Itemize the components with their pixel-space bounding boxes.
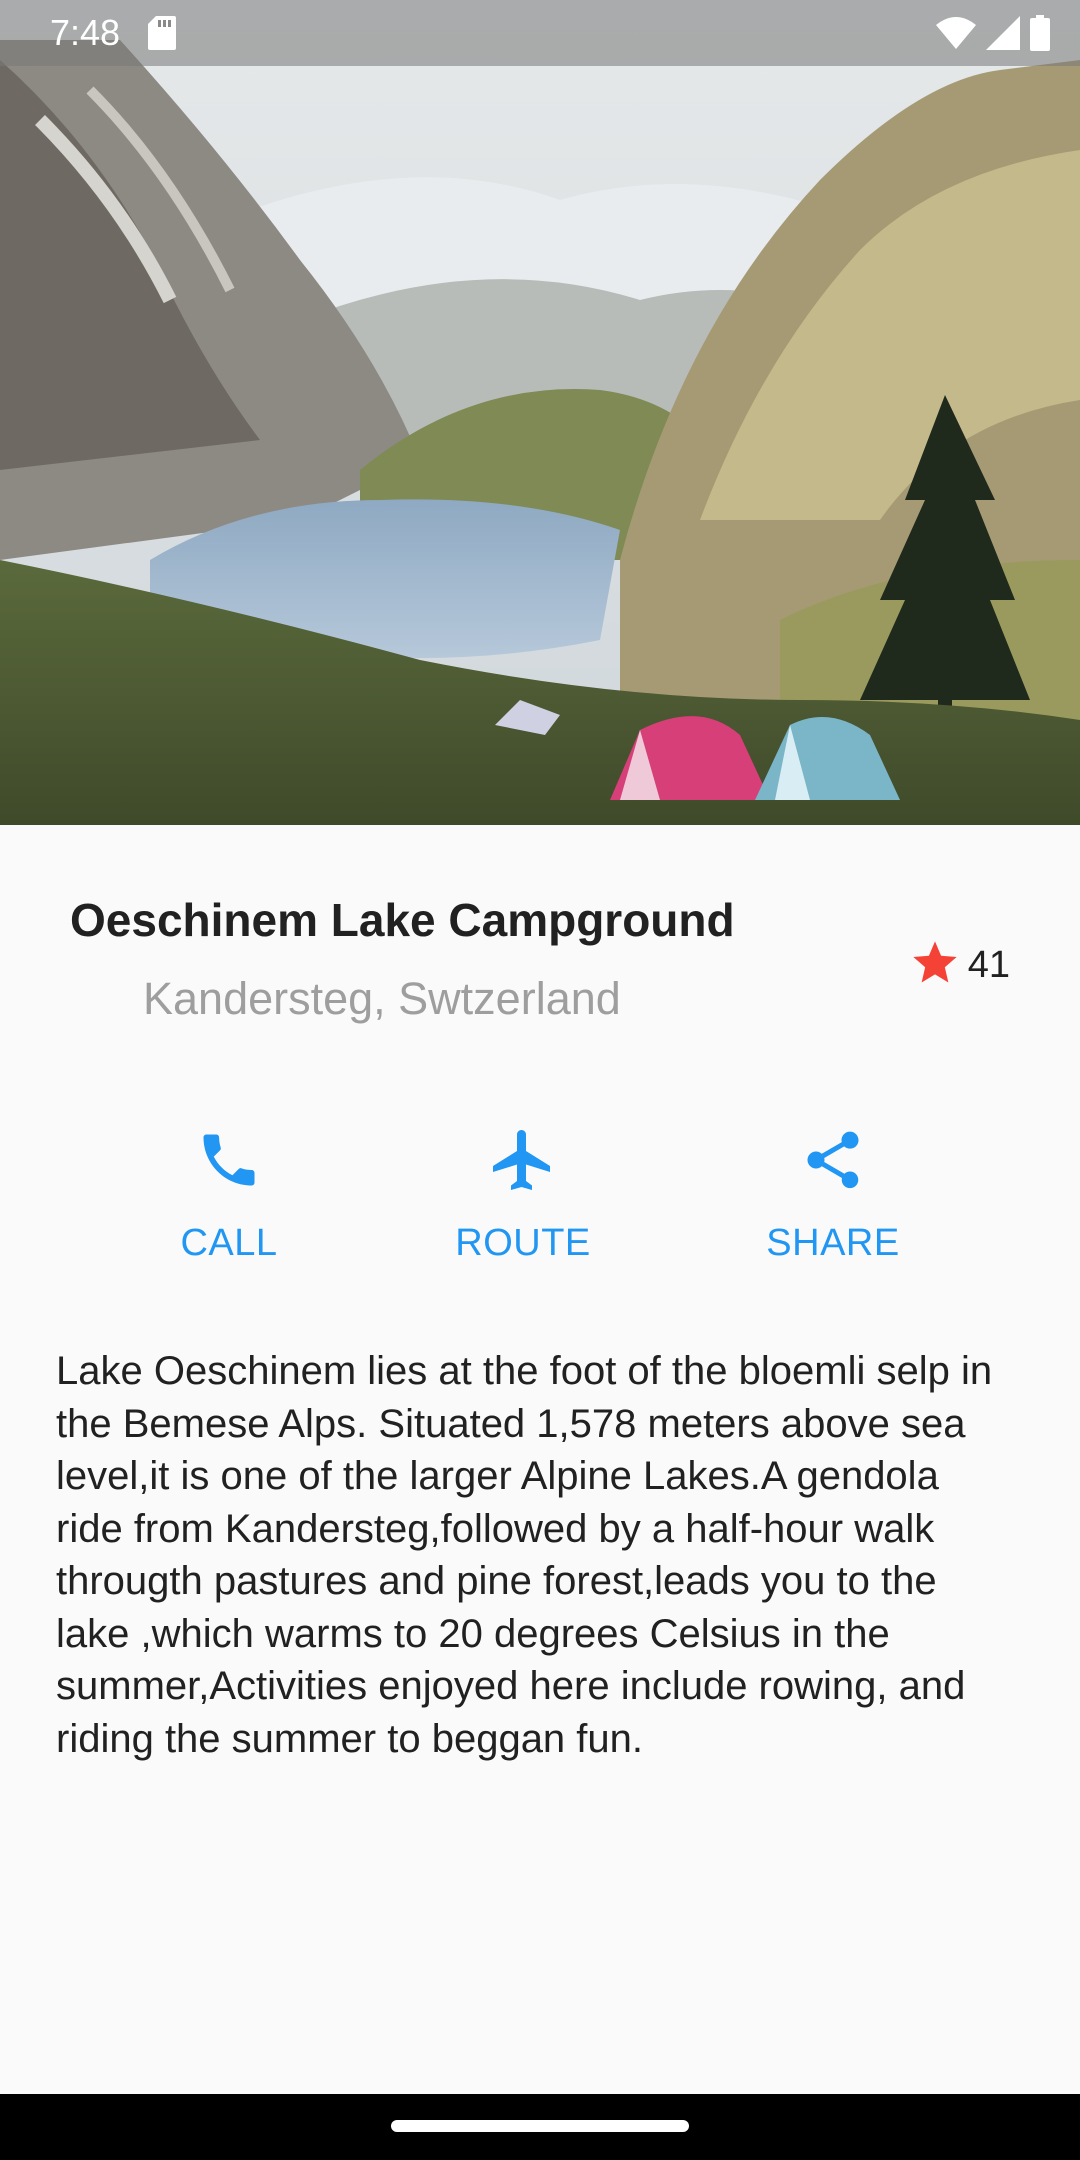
route-button[interactable]: ROUTE xyxy=(403,1120,643,1280)
action-buttons: CALL ROUTE SHARE xyxy=(0,1120,1080,1280)
battery-icon xyxy=(1030,15,1050,51)
signal-icon xyxy=(986,16,1020,50)
hero-image xyxy=(0,0,1080,825)
status-time: 7:48 xyxy=(50,12,121,53)
wifi-icon xyxy=(936,17,976,49)
share-button[interactable]: SHARE xyxy=(713,1120,953,1280)
rating: 41 xyxy=(908,937,1010,994)
rating-count: 41 xyxy=(967,944,1010,986)
navigation-bar xyxy=(0,2094,1080,2160)
sd-card-icon xyxy=(148,16,176,50)
place-subtitle: Kandersteg, Swtzerland xyxy=(143,973,621,1024)
place-title: Oeschinem Lake Campground xyxy=(70,894,735,946)
status-bar: 7:48 xyxy=(0,0,1080,66)
route-label: ROUTE xyxy=(455,1222,591,1264)
call-label: CALL xyxy=(180,1222,278,1264)
phone-icon xyxy=(195,1120,263,1200)
description-text: Lake Oeschinem lies at the foot of the b… xyxy=(56,1349,993,1761)
title-section: Oeschinem Lake Campground Kandersteg, Sw… xyxy=(0,825,1080,1065)
home-handle[interactable] xyxy=(391,2120,689,2132)
status-icons xyxy=(936,14,1050,52)
app-screen: 7:48 Oeschinem Lake Campground Kanderste… xyxy=(0,0,1080,2160)
share-icon xyxy=(799,1120,867,1200)
star-icon xyxy=(908,937,962,994)
share-label: SHARE xyxy=(766,1222,900,1264)
call-button[interactable]: CALL xyxy=(109,1120,349,1280)
airplane-icon xyxy=(487,1120,559,1200)
